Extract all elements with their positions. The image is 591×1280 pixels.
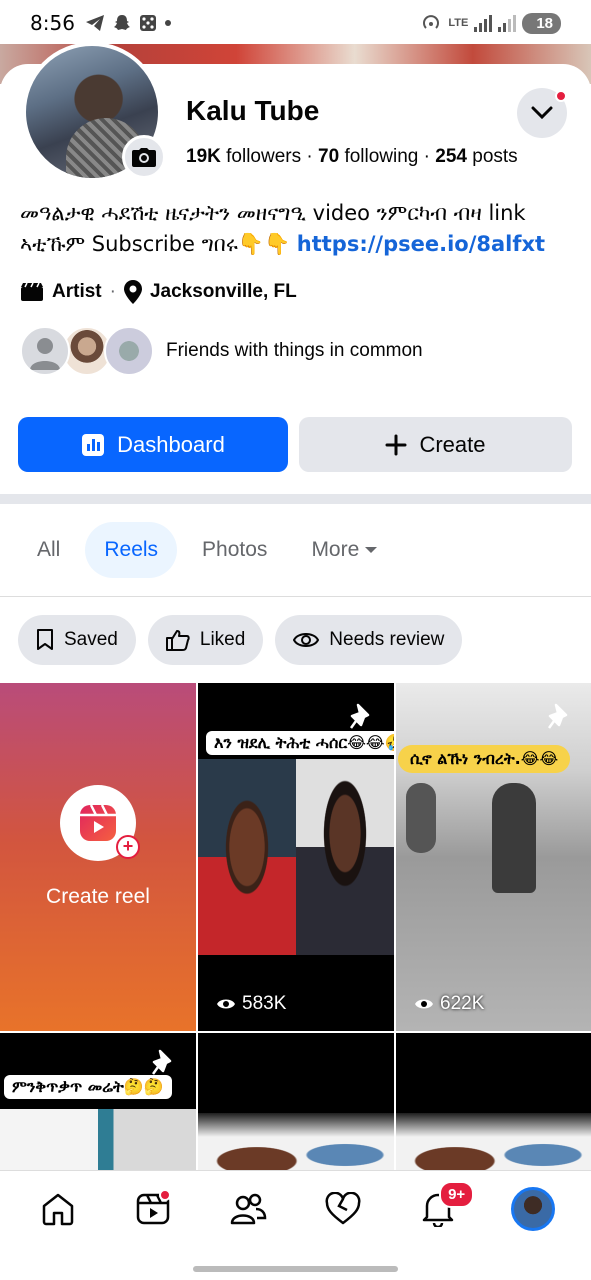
reel-item[interactable] — [198, 1033, 394, 1171]
filter-saved[interactable]: Saved — [18, 615, 136, 665]
notifications-badge: 9+ — [439, 1181, 475, 1208]
reels-icon — [80, 804, 116, 841]
dice-icon — [139, 15, 156, 31]
profile-avatar-small — [511, 1187, 556, 1231]
add-icon: + — [116, 835, 140, 859]
following-label[interactable]: following — [344, 146, 418, 167]
chevron-down-icon — [531, 106, 553, 120]
filter-needs-review-label: Needs review — [329, 629, 445, 650]
reel-views: 583K — [216, 993, 286, 1015]
filter-liked-label: Liked — [199, 629, 246, 650]
telegram-icon — [85, 15, 104, 31]
more-notifications-dot-icon — [164, 20, 171, 26]
signal-2-icon — [498, 14, 517, 32]
profile-bio: መዓልታዊ ሓደሽቲ ዜናታትን መዘናግዒ video ንምርካብ ብዛ li… — [20, 198, 575, 260]
create-label: Create — [419, 431, 486, 457]
bookmark-icon — [37, 629, 53, 650]
battery-indicator: 18 — [522, 12, 561, 34]
reel-item[interactable]: ሲኖ ልኹነ ንብረት.😂😂 622K — [396, 683, 591, 1031]
create-button[interactable]: Create — [299, 417, 572, 472]
section-divider — [0, 494, 591, 504]
content-tabs: All Reels Photos More — [18, 522, 398, 578]
tab-more-label: More — [311, 538, 360, 561]
bio-link[interactable]: https://psee.io/8alfxt — [297, 232, 545, 256]
profile-name: Kalu Tube — [186, 95, 320, 126]
clapperboard-icon — [21, 282, 43, 301]
profile-switch-button[interactable] — [517, 88, 567, 138]
filter-saved-label: Saved — [64, 629, 118, 650]
dashboard-icon — [82, 433, 105, 456]
nav-profile[interactable] — [503, 1179, 563, 1239]
status-system-icons: LTE 18 — [420, 12, 561, 34]
camera-icon — [132, 148, 156, 167]
nav-dating[interactable] — [313, 1179, 373, 1239]
profile-stats: 19K followers · 70 following · 254 posts — [186, 146, 518, 167]
eye-icon — [293, 633, 320, 647]
pin-icon — [152, 1049, 172, 1075]
nav-home[interactable] — [28, 1179, 88, 1239]
reel-item[interactable]: እን ዝደሊ ትሕቲ ሓሰር😂😂🤣 583K — [198, 683, 394, 1031]
followers-label[interactable]: followers — [226, 146, 301, 167]
friend-avatar — [20, 326, 70, 376]
signal-icon — [474, 14, 493, 32]
new-content-dot — [158, 1189, 171, 1201]
home-indicator[interactable] — [193, 1266, 398, 1272]
hotspot-icon — [423, 15, 440, 29]
reel-caption: ሲኖ ልኹነ ንብረት.😂😂 — [398, 745, 571, 773]
following-count[interactable]: 70 — [318, 146, 339, 167]
plus-icon — [385, 434, 407, 455]
filter-liked[interactable]: Liked — [147, 615, 264, 665]
tab-photos[interactable]: Photos — [183, 522, 286, 578]
reel-caption: ምንቅጥቃጥ መሬት🤔🤔 — [4, 1075, 172, 1099]
filter-needs-review[interactable]: Needs review — [275, 615, 463, 665]
snapchat-icon — [113, 15, 130, 30]
nav-notifications[interactable]: 9+ — [408, 1179, 475, 1239]
status-bar: 8:56 LTE 18 — [0, 0, 591, 46]
status-notification-icons — [85, 14, 171, 32]
reels-grid: + Create reel እን ዝደሊ ትሕቲ ሓሰር😂😂🤣 583K ሲኖ … — [0, 683, 591, 1171]
create-reel-tile[interactable]: + Create reel — [0, 683, 196, 1031]
reel-caption: እን ዝደሊ ትሕቲ ሓሰር😂😂🤣 — [206, 731, 394, 755]
eye-icon — [217, 999, 235, 1009]
friends-icon — [230, 1193, 267, 1225]
thumbs-up-icon — [165, 630, 190, 651]
friends-text: Friends with things in common — [166, 340, 423, 361]
caret-down-icon — [365, 547, 378, 553]
dashboard-label: Dashboard — [117, 431, 225, 457]
posts-label: posts — [472, 146, 518, 167]
tabs-divider — [0, 596, 591, 597]
default-avatar-icon — [30, 338, 60, 370]
posts-count: 254 — [435, 146, 467, 167]
reel-views: 622K — [414, 993, 484, 1015]
tab-more[interactable]: More — [292, 522, 398, 578]
friend-avatar — [104, 326, 154, 376]
eye-icon — [415, 999, 433, 1009]
nav-friends[interactable] — [218, 1179, 278, 1239]
network-type: LTE — [448, 17, 469, 29]
change-photo-button[interactable] — [122, 135, 166, 179]
nav-reels[interactable] — [123, 1179, 183, 1239]
location-pin-icon — [123, 280, 142, 304]
reel-item[interactable] — [396, 1033, 591, 1171]
mutual-friends[interactable]: Friends with things in common — [20, 326, 423, 376]
dashboard-button[interactable]: Dashboard — [18, 417, 288, 472]
pin-icon — [548, 703, 568, 729]
home-icon — [42, 1193, 73, 1226]
notification-dot — [555, 90, 567, 102]
reel-item[interactable]: ምንቅጥቃጥ መሬት🤔🤔 — [0, 1033, 196, 1171]
pin-icon — [350, 703, 370, 729]
status-time: 8:56 — [30, 11, 75, 35]
bottom-nav: 9+ — [0, 1170, 591, 1280]
profile-details: Artist · Jacksonville, FL — [20, 280, 297, 304]
heart-icon — [325, 1192, 361, 1225]
followers-count[interactable]: 19K — [186, 146, 221, 167]
tab-reels[interactable]: Reels — [85, 522, 178, 578]
reel-filters: Saved Liked Needs review — [18, 615, 463, 665]
profile-category: Artist — [52, 281, 102, 302]
create-reel-label: Create reel — [46, 885, 150, 908]
profile-location: Jacksonville, FL — [149, 281, 297, 302]
tab-all[interactable]: All — [18, 522, 79, 578]
